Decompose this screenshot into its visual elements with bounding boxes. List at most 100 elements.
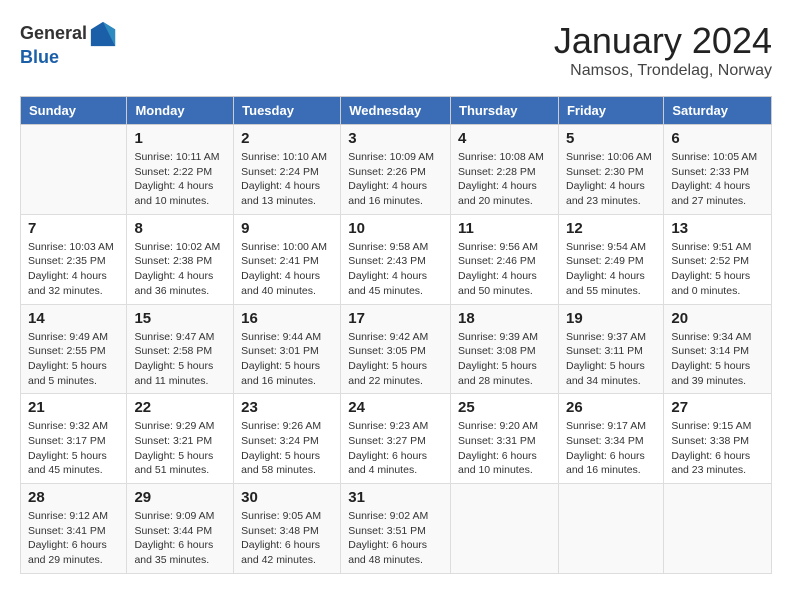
- day-number: 2: [241, 130, 333, 147]
- logo-general-text: General: [20, 24, 87, 44]
- day-info: Sunrise: 10:09 AM Sunset: 2:26 PM Daylig…: [348, 150, 443, 209]
- day-number: 24: [348, 399, 443, 416]
- logo-icon: [89, 20, 117, 48]
- weekday-header-row: SundayMondayTuesdayWednesdayThursdayFrid…: [21, 97, 772, 125]
- day-number: 5: [566, 130, 656, 147]
- day-number: 20: [671, 310, 764, 327]
- day-number: 10: [348, 220, 443, 237]
- calendar-week-row: 7 Sunrise: 10:03 AM Sunset: 2:35 PM Dayli…: [21, 214, 772, 304]
- day-number: 13: [671, 220, 764, 237]
- day-number: 3: [348, 130, 443, 147]
- calendar-cell: 1Sunrise: 10:11 AM Sunset: 2:22 PM Dayli…: [127, 125, 234, 215]
- day-info: Sunrise: 9:49 AM Sunset: 2:55 PM Dayligh…: [28, 330, 119, 389]
- day-info: Sunrise: 10:05 AM Sunset: 2:33 PM Daylig…: [671, 150, 764, 209]
- title-block: January 2024 Namsos, Trondelag, Norway: [554, 20, 772, 80]
- weekday-header-saturday: Saturday: [664, 97, 772, 125]
- logo: General Blue: [20, 20, 117, 68]
- weekday-header-tuesday: Tuesday: [234, 97, 341, 125]
- calendar-cell: 10 Sunrise: 9:58 AM Sunset: 2:43 PM Dayli…: [341, 214, 451, 304]
- calendar-cell: 27 Sunrise: 9:15 AM Sunset: 3:38 PM Dayli…: [664, 394, 772, 484]
- day-number: 12: [566, 220, 656, 237]
- day-info: Sunrise: 9:05 AM Sunset: 3:48 PM Dayligh…: [241, 509, 333, 568]
- calendar-cell: 18 Sunrise: 9:39 AM Sunset: 3:08 PM Dayli…: [451, 304, 559, 394]
- calendar-cell: 9 Sunrise: 10:00 AM Sunset: 2:41 PM Dayli…: [234, 214, 341, 304]
- calendar-table: SundayMondayTuesdayWednesdayThursdayFrid…: [20, 96, 772, 574]
- day-number: 30: [241, 489, 333, 506]
- day-info: Sunrise: 9:58 AM Sunset: 2:43 PM Dayligh…: [348, 240, 443, 299]
- calendar-cell: 14 Sunrise: 9:49 AM Sunset: 2:55 PM Dayli…: [21, 304, 127, 394]
- calendar-cell: [664, 484, 772, 574]
- calendar-cell: 16 Sunrise: 9:44 AM Sunset: 3:01 PM Dayli…: [234, 304, 341, 394]
- day-number: 6: [671, 130, 764, 147]
- day-info: Sunrise: 9:32 AM Sunset: 3:17 PM Dayligh…: [28, 419, 119, 478]
- calendar-cell: 4 Sunrise: 10:08 AM Sunset: 2:28 PM Dayli…: [451, 125, 559, 215]
- day-info: Sunrise: 9:12 AM Sunset: 3:41 PM Dayligh…: [28, 509, 119, 568]
- day-info: Sunrise: 9:29 AM Sunset: 3:21 PM Dayligh…: [134, 419, 226, 478]
- day-number: 16: [241, 310, 333, 327]
- day-number: 27: [671, 399, 764, 416]
- day-number: 26: [566, 399, 656, 416]
- day-number: 15: [134, 310, 226, 327]
- weekday-header-wednesday: Wednesday: [341, 97, 451, 125]
- day-number: 28: [28, 489, 119, 506]
- day-info: Sunrise: 9:02 AM Sunset: 3:51 PM Dayligh…: [348, 509, 443, 568]
- page-header: General Blue January 2024 Namsos, Tronde…: [20, 20, 772, 80]
- month-title: January 2024: [554, 20, 772, 62]
- day-number: 11: [458, 220, 551, 237]
- day-number: 4: [458, 130, 551, 147]
- calendar-cell: 6 Sunrise: 10:05 AM Sunset: 2:33 PM Dayli…: [664, 125, 772, 215]
- day-number: 29: [134, 489, 226, 506]
- day-number: 8: [134, 220, 226, 237]
- day-info: Sunrise: 9:09 AM Sunset: 3:44 PM Dayligh…: [134, 509, 226, 568]
- calendar-cell: 7 Sunrise: 10:03 AM Sunset: 2:35 PM Dayli…: [21, 214, 127, 304]
- day-info: Sunrise: 9:54 AM Sunset: 2:49 PM Dayligh…: [566, 240, 656, 299]
- day-number: 21: [28, 399, 119, 416]
- day-info: Sunrise: 9:51 AM Sunset: 2:52 PM Dayligh…: [671, 240, 764, 299]
- calendar-week-row: 1Sunrise: 10:11 AM Sunset: 2:22 PM Dayli…: [21, 125, 772, 215]
- day-info: Sunrise: 10:03 AM Sunset: 2:35 PM Daylig…: [28, 240, 119, 299]
- weekday-header-friday: Friday: [558, 97, 663, 125]
- calendar-cell: 15Sunrise: 9:47 AM Sunset: 2:58 PM Dayli…: [127, 304, 234, 394]
- calendar-cell: 31 Sunrise: 9:02 AM Sunset: 3:51 PM Dayli…: [341, 484, 451, 574]
- calendar-cell: 21 Sunrise: 9:32 AM Sunset: 3:17 PM Dayli…: [21, 394, 127, 484]
- day-number: 31: [348, 489, 443, 506]
- calendar-cell: 12 Sunrise: 9:54 AM Sunset: 2:49 PM Dayli…: [558, 214, 663, 304]
- day-info: Sunrise: 10:06 AM Sunset: 2:30 PM Daylig…: [566, 150, 656, 209]
- day-info: Sunrise: 10:00 AM Sunset: 2:41 PM Daylig…: [241, 240, 333, 299]
- day-info: Sunrise: 9:44 AM Sunset: 3:01 PM Dayligh…: [241, 330, 333, 389]
- calendar-cell: 19 Sunrise: 9:37 AM Sunset: 3:11 PM Dayli…: [558, 304, 663, 394]
- day-number: 18: [458, 310, 551, 327]
- calendar-cell: 20Sunrise: 9:34 AM Sunset: 3:14 PM Dayli…: [664, 304, 772, 394]
- calendar-cell: 2 Sunrise: 10:10 AM Sunset: 2:24 PM Dayli…: [234, 125, 341, 215]
- calendar-cell: 11Sunrise: 9:56 AM Sunset: 2:46 PM Dayli…: [451, 214, 559, 304]
- day-info: Sunrise: 9:15 AM Sunset: 3:38 PM Dayligh…: [671, 419, 764, 478]
- day-number: 14: [28, 310, 119, 327]
- calendar-cell: 24Sunrise: 9:23 AM Sunset: 3:27 PM Dayli…: [341, 394, 451, 484]
- day-info: Sunrise: 10:11 AM Sunset: 2:22 PM Daylig…: [134, 150, 226, 209]
- day-number: 9: [241, 220, 333, 237]
- calendar-week-row: 28 Sunrise: 9:12 AM Sunset: 3:41 PM Dayli…: [21, 484, 772, 574]
- calendar-cell: [558, 484, 663, 574]
- location-text: Namsos, Trondelag, Norway: [554, 62, 772, 80]
- day-number: 7: [28, 220, 119, 237]
- day-number: 19: [566, 310, 656, 327]
- day-info: Sunrise: 9:37 AM Sunset: 3:11 PM Dayligh…: [566, 330, 656, 389]
- calendar-cell: 5 Sunrise: 10:06 AM Sunset: 2:30 PM Dayli…: [558, 125, 663, 215]
- calendar-cell: 3 Sunrise: 10:09 AM Sunset: 2:26 PM Dayli…: [341, 125, 451, 215]
- day-info: Sunrise: 10:10 AM Sunset: 2:24 PM Daylig…: [241, 150, 333, 209]
- logo-blue-text: Blue: [20, 48, 117, 68]
- day-number: 22: [134, 399, 226, 416]
- calendar-cell: 13 Sunrise: 9:51 AM Sunset: 2:52 PM Dayli…: [664, 214, 772, 304]
- day-info: Sunrise: 9:39 AM Sunset: 3:08 PM Dayligh…: [458, 330, 551, 389]
- calendar-cell: 8Sunrise: 10:02 AM Sunset: 2:38 PM Dayli…: [127, 214, 234, 304]
- calendar-cell: 30 Sunrise: 9:05 AM Sunset: 3:48 PM Dayli…: [234, 484, 341, 574]
- calendar-cell: 29 Sunrise: 9:09 AM Sunset: 3:44 PM Dayli…: [127, 484, 234, 574]
- calendar-cell: [21, 125, 127, 215]
- calendar-cell: [451, 484, 559, 574]
- day-number: 25: [458, 399, 551, 416]
- calendar-cell: 17Sunrise: 9:42 AM Sunset: 3:05 PM Dayli…: [341, 304, 451, 394]
- day-info: Sunrise: 10:08 AM Sunset: 2:28 PM Daylig…: [458, 150, 551, 209]
- calendar-cell: 25Sunrise: 9:20 AM Sunset: 3:31 PM Dayli…: [451, 394, 559, 484]
- weekday-header-sunday: Sunday: [21, 97, 127, 125]
- calendar-week-row: 14 Sunrise: 9:49 AM Sunset: 2:55 PM Dayli…: [21, 304, 772, 394]
